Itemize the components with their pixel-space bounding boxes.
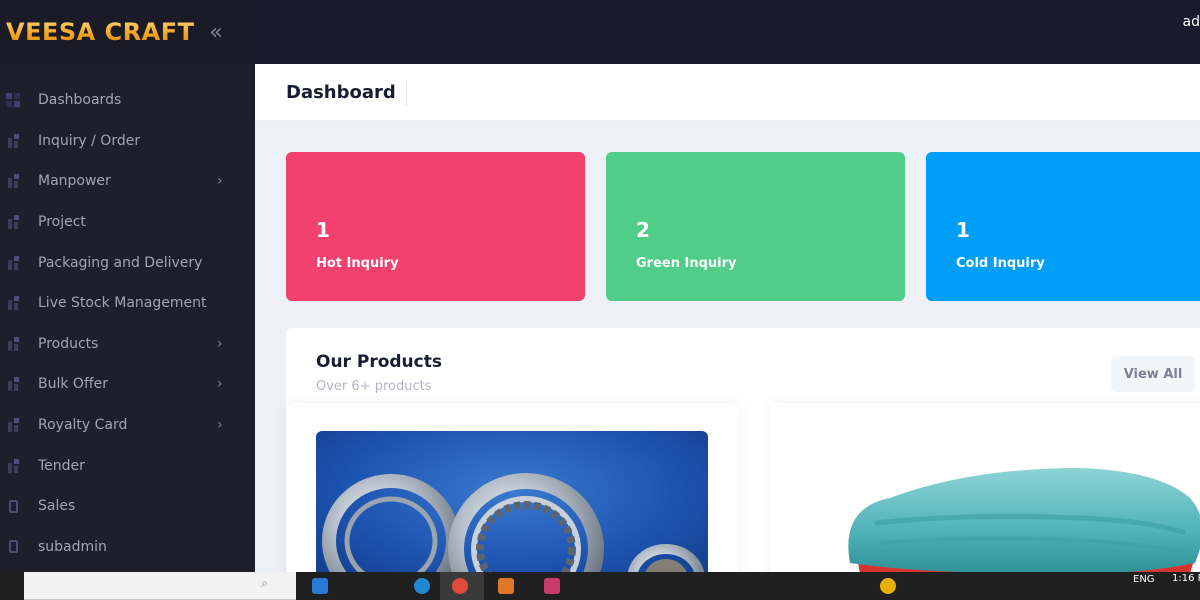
taskbar-search-box[interactable]: ⌕ [24,572,296,600]
product-image-bearings[interactable] [316,431,708,572]
main-content: 1 Hot Inquiry 2 Green Inquiry 1 Cold Inq… [255,121,1200,572]
user-menu[interactable]: ad [1183,14,1200,30]
search-icon: ⌕ [261,576,268,590]
os-taskbar: ⌕ ENG 1:16 P [0,572,1200,600]
sidebar-item-sales[interactable]: Sales [0,486,255,527]
chevron-right-icon: › [217,173,223,190]
chrome-icon[interactable] [452,578,468,594]
product-tile-blanket[interactable] [770,403,1200,572]
taskbar-app-icon[interactable] [544,578,560,594]
sidebar-item-label: Royalty Card [38,417,128,434]
sidebar-item-label: Packaging and Delivery [38,254,203,271]
taskbar-app-icon[interactable] [498,578,514,594]
sidebar-item-label: Tender [38,457,85,474]
box-icon [6,418,22,433]
sidebar-item-label: Inquiry / Order [38,132,141,149]
sidebar-collapse-button[interactable]: « [206,17,226,47]
box-icon [6,133,22,148]
page-title: Dashboard [286,82,407,106]
stat-value: 2 [636,218,650,242]
document-icon [9,499,18,513]
document-icon [9,540,18,554]
taskbar-app-icon[interactable] [880,578,896,594]
taskbar-app-icon[interactable] [414,578,430,594]
sidebar-item-bulk-offer[interactable]: Bulk Offer › [0,364,255,405]
sidebar-item-dashboards[interactable]: Dashboards [0,80,255,121]
box-icon [6,336,22,351]
products-subtitle: Over 6+ products [316,379,432,394]
stat-value: 1 [956,218,970,242]
sidebar-item-live-stock[interactable]: Live Stock Management [0,283,255,324]
sidebar-item-tender[interactable]: Tender [0,445,255,486]
brand-logo[interactable]: VEESA CRAFT [6,18,195,46]
blanket-illustration [848,468,1200,572]
bearings-illustration [322,473,705,572]
language-indicator[interactable]: ENG [1133,574,1155,585]
sidebar-menu: Dashboards Inquiry / Order Manpower › Pr… [0,64,255,567]
view-all-button[interactable]: View All [1111,356,1195,392]
sidebar-item-inquiry-order[interactable]: Inquiry / Order [0,121,255,162]
box-icon [6,174,22,189]
chevron-right-icon: › [217,417,223,434]
sidebar-item-manpower[interactable]: Manpower › [0,161,255,202]
sidebar-item-packaging-delivery[interactable]: Packaging and Delivery [0,242,255,283]
sidebar-item-royalty-card[interactable]: Royalty Card › [0,405,255,446]
app-window: VEESA CRAFT « Dashboards Inquiry / Order… [0,0,1200,572]
products-title: Our Products [316,352,442,372]
sidebar: VEESA CRAFT « Dashboards Inquiry / Order… [0,0,255,572]
stat-label: Hot Inquiry [316,256,399,271]
chevron-right-icon: › [217,335,223,352]
product-tile-bearings[interactable] [286,403,739,572]
box-icon [6,377,22,392]
sidebar-item-products[interactable]: Products › [0,324,255,365]
sidebar-item-label: Manpower [38,173,111,190]
sidebar-item-label: Dashboards [38,92,122,109]
sidebar-item-label: subadmin [38,538,107,555]
box-icon [6,215,22,230]
sidebar-item-label: Bulk Offer [38,376,108,393]
stat-card-hot-inquiry[interactable]: 1 Hot Inquiry [286,152,585,301]
stat-card-cold-inquiry[interactable]: 1 Cold Inquiry [926,152,1200,301]
subheader: Dashboard [255,64,1200,121]
sidebar-item-project[interactable]: Project [0,202,255,243]
stat-label: Green Inquiry [636,256,737,271]
sidebar-item-label: Project [38,214,86,231]
sidebar-item-subadmin[interactable]: subadmin [0,527,255,568]
box-icon [6,296,22,311]
stat-label: Cold Inquiry [956,256,1045,271]
box-icon [6,458,22,473]
chevron-right-icon: › [217,376,223,393]
stat-card-green-inquiry[interactable]: 2 Green Inquiry [606,152,905,301]
taskbar-clock[interactable]: 1:16 P [1172,573,1200,584]
sidebar-item-label: Products [38,335,99,352]
products-card: Our Products Over 6+ products View All [286,328,1200,572]
dashboard-icon [6,93,22,108]
taskbar-app-icon[interactable] [312,578,328,594]
box-icon [6,255,22,270]
stat-value: 1 [316,218,330,242]
sidebar-item-label: Sales [38,498,76,515]
sidebar-item-label: Live Stock Management [38,295,207,312]
topbar: ad [255,0,1200,64]
